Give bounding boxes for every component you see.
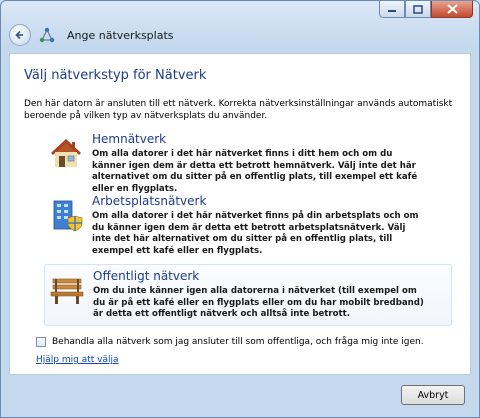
title-bar: Ange nätverksplats (9, 23, 174, 47)
window-controls (379, 1, 473, 18)
option-title: Arbetsplatsnätverk (92, 194, 207, 208)
option-home-network[interactable]: Hemnätverk Om alla datorer i det här nät… (44, 128, 452, 194)
park-bench-icon (50, 278, 84, 304)
cancel-button[interactable]: Avbryt (401, 385, 465, 405)
page-heading: Välj nätverkstyp för Nätverk (24, 68, 207, 83)
network-icon (39, 27, 55, 43)
option-title: Hemnätverk (92, 132, 167, 146)
option-description: Om alla datorer i det här nätverket finn… (92, 211, 419, 256)
window-title: Ange nätverksplats (67, 28, 174, 42)
close-button[interactable] (431, 1, 473, 18)
option-description: Om alla datorer i det här nätverket finn… (92, 149, 418, 194)
back-arrow-icon (15, 30, 23, 40)
back-button[interactable] (9, 24, 31, 46)
minimize-button[interactable] (379, 1, 405, 18)
house-icon (51, 139, 81, 167)
close-icon (446, 4, 458, 14)
maximize-button[interactable] (405, 1, 431, 18)
option-public-network[interactable]: Offentligt nätverk Om du inte känner ige… (44, 264, 452, 326)
dialog-content: Välj nätverkstyp för Nätverk Den här dat… (9, 53, 471, 375)
minimize-icon (388, 10, 396, 12)
help-link[interactable]: Hjälp mig att välja (36, 355, 119, 365)
maximize-icon (413, 4, 423, 14)
treat-all-public-row: Behandla alla nätverk som jag ansluter t… (36, 337, 424, 347)
dialog-window: Ange nätverksplats Välj nätverkstyp för … (0, 0, 480, 418)
checkbox-label[interactable]: Behandla alla nätverk som jag ansluter t… (52, 337, 424, 347)
treat-all-public-checkbox[interactable] (36, 337, 46, 347)
option-work-network[interactable]: Arbetsplatsnätverk Om alla datorer i det… (44, 190, 452, 256)
page-description: Den här datorn är ansluten till ett nätv… (24, 99, 453, 121)
office-building-icon (53, 200, 83, 232)
option-title: Offentligt nätverk (93, 269, 200, 283)
option-description: Om du inte känner igen alla datorerna i … (93, 286, 424, 319)
